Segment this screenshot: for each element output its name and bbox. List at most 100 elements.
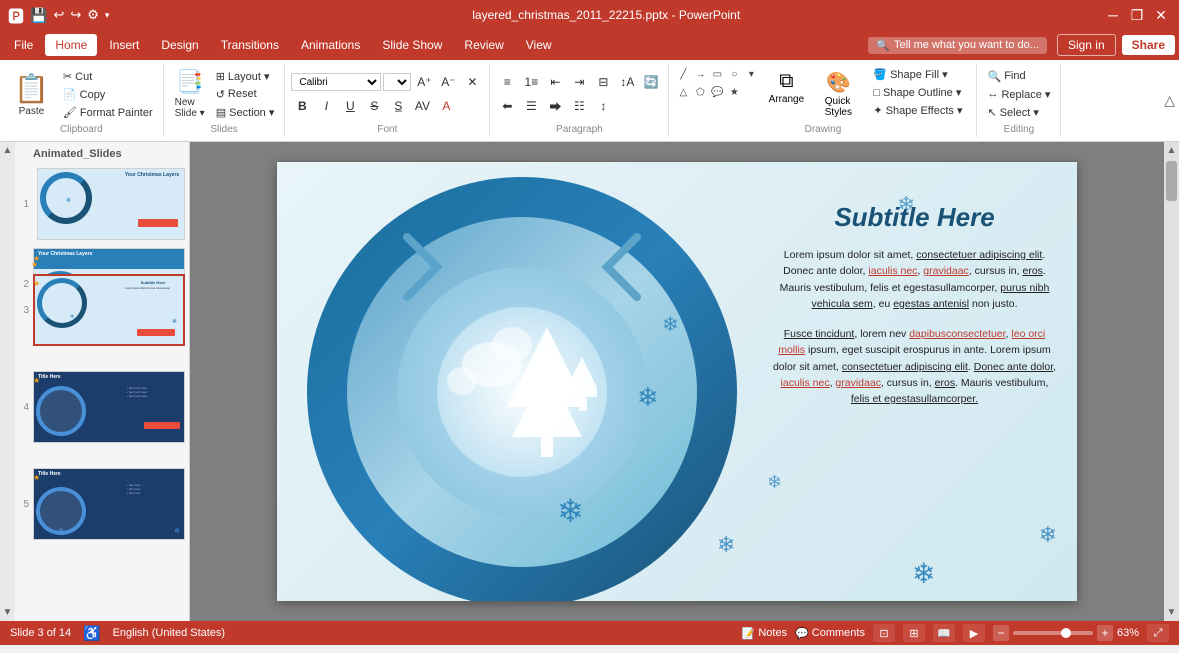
menu-search[interactable]: 🔍 Tell me what you want to do... <box>868 37 1047 54</box>
right-scroll-thumb[interactable] <box>1166 161 1177 201</box>
save-icon[interactable]: 💾 <box>30 7 47 24</box>
italic-button[interactable]: I <box>315 95 337 117</box>
new-slide-button[interactable]: 📑 NewSlide ▾ <box>170 66 210 122</box>
reading-view-button[interactable]: 📖 <box>933 624 955 642</box>
drawing-group: ╱ → ▭ ○ ▾ △ ⬠ 💬 ★ ⧉ Arr <box>669 64 977 137</box>
slides-group: 📑 NewSlide ▾ ⊞ Layout ▾ ↺ Reset ▤ <box>164 64 286 137</box>
restore-button[interactable]: ❐ <box>1127 5 1147 25</box>
paste-button[interactable]: 📋 Paste <box>6 68 57 121</box>
menu-view[interactable]: View <box>516 34 562 56</box>
shape-triangle[interactable]: △ <box>675 84 691 100</box>
shape-star[interactable]: ★ <box>726 84 742 100</box>
bullets-button[interactable]: ≡ <box>496 71 518 93</box>
columns-button[interactable]: ⊟ <box>592 71 614 93</box>
replace-button[interactable]: ↔ Replace ▾ <box>983 86 1054 103</box>
align-left-button[interactable]: ⬅ <box>496 95 518 117</box>
justify-button[interactable]: ☷ <box>568 95 590 117</box>
shape-arrow[interactable]: → <box>692 66 708 82</box>
bold-button[interactable]: B <box>291 95 313 117</box>
shape-fill-button[interactable]: 🪣 Shape Fill ▾ <box>869 66 966 83</box>
scroll-down-arrow[interactable]: ▼ <box>0 604 15 621</box>
increase-font-button[interactable]: A⁺ <box>413 71 435 93</box>
text-shadow-button[interactable]: S̲ <box>387 95 409 117</box>
comments-button[interactable]: 💬 Comments <box>795 627 865 640</box>
font-size-select[interactable]: 11 <box>383 73 411 91</box>
select-button[interactable]: ↖ Select ▾ <box>983 104 1054 121</box>
menu-review[interactable]: Review <box>454 34 513 56</box>
slide-num-1: 1 <box>15 199 29 210</box>
slide-thumbnail-3[interactable]: Subtitle Here Lorem ipsum dolor sit amet… <box>33 274 185 346</box>
normal-view-button[interactable]: ⊡ <box>873 624 895 642</box>
copy-button[interactable]: 📄 Copy <box>59 86 157 103</box>
text-direction-button[interactable]: ↕A <box>616 71 638 93</box>
scroll-up-arrow[interactable]: ▲ <box>0 142 15 159</box>
quick-styles-button[interactable]: 🎨 QuickStyles <box>813 66 863 122</box>
right-scroll-down[interactable]: ▼ <box>1164 604 1179 621</box>
shape-callout[interactable]: 💬 <box>709 84 725 100</box>
shape-outline-button[interactable]: □ Shape Outline ▾ <box>869 84 966 101</box>
reset-button[interactable]: ↺ Reset <box>212 86 279 103</box>
menu-design[interactable]: Design <box>151 34 208 56</box>
convert-button[interactable]: 🔄 <box>640 71 662 93</box>
customize-icon[interactable]: ⚙ <box>87 7 99 23</box>
font-name-select[interactable]: Calibri <box>291 73 381 91</box>
find-icon: 🔍 <box>987 70 1001 83</box>
section-button[interactable]: ▤ Section ▾ <box>212 104 279 121</box>
slideshow-button[interactable]: ▶ <box>963 624 985 642</box>
underline-button[interactable]: U <box>339 95 361 117</box>
font-color-button[interactable]: A <box>435 95 457 117</box>
shape-line[interactable]: ╱ <box>675 66 691 82</box>
find-button[interactable]: 🔍 Find <box>983 68 1054 85</box>
menu-home[interactable]: Home <box>45 34 97 56</box>
zoom-minus-button[interactable]: − <box>993 625 1009 641</box>
zoom-slider[interactable] <box>1013 631 1093 635</box>
char-spacing-button[interactable]: AV <box>411 95 433 117</box>
menu-insert[interactable]: Insert <box>99 34 149 56</box>
layout-button[interactable]: ⊞ Layout ▾ <box>212 68 279 85</box>
menu-file[interactable]: File <box>4 34 43 56</box>
editing-content: 🔍 Find ↔ Replace ▾ ↖ Select ▾ <box>983 66 1054 122</box>
decrease-font-button[interactable]: A⁻ <box>437 71 459 93</box>
decrease-indent-button[interactable]: ⇤ <box>544 71 566 93</box>
canvas-area[interactable]: ❄ ❄ ❄ ❄ ❄ ❄ ❄ ❄ ❄ Subtitle Here Lorem ip… <box>190 142 1164 621</box>
close-button[interactable]: ✕ <box>1151 5 1171 25</box>
paragraph-content: ≡ 1≡ ⇤ ⇥ ⊟ ↕A 🔄 ⬅ ☰ ⮕ ☷ ↕ <box>496 66 662 122</box>
menu-animations[interactable]: Animations <box>291 34 370 56</box>
section-header: Animated_Slides <box>15 142 189 164</box>
strikethrough-button[interactable]: S <box>363 95 385 117</box>
menu-transitions[interactable]: Transitions <box>211 34 289 56</box>
shape-rect[interactable]: ▭ <box>709 66 725 82</box>
line-spacing-button[interactable]: ↕ <box>592 95 614 117</box>
zoom-plus-button[interactable]: + <box>1097 625 1113 641</box>
shape-effects-button[interactable]: ✦ Shape Effects ▾ <box>869 102 966 119</box>
minimize-button[interactable]: ─ <box>1103 5 1123 25</box>
slide-thumbnail-4[interactable]: Title Here • Item text here• Item text h… <box>33 371 185 443</box>
align-center-button[interactable]: ☰ <box>520 95 542 117</box>
notes-button[interactable]: 📝 Notes <box>742 627 787 640</box>
clear-format-button[interactable]: ✕ <box>461 71 483 93</box>
shape-pentagon[interactable]: ⬠ <box>692 84 708 100</box>
slide-thumbnail-5[interactable]: Title Here • Item text• Item text• Item … <box>33 468 185 540</box>
shape-oval[interactable]: ○ <box>726 66 742 82</box>
title-bar-controls: ─ ❐ ✕ <box>1103 5 1171 25</box>
numbering-button[interactable]: 1≡ <box>520 71 542 93</box>
ribbon-collapse[interactable]: △ <box>1160 64 1179 137</box>
fit-window-button[interactable]: ⤢ <box>1147 624 1169 642</box>
undo-icon[interactable]: ↩ <box>53 7 64 23</box>
increase-indent-button[interactable]: ⇥ <box>568 71 590 93</box>
sign-in-button[interactable]: Sign in <box>1057 34 1116 56</box>
right-scroll-up[interactable]: ▲ <box>1164 142 1179 159</box>
shape-more[interactable]: ▾ <box>743 66 759 82</box>
arrange-button[interactable]: ⧉ Arrange <box>761 66 811 109</box>
slide-sorter-button[interactable]: ⊞ <box>903 624 925 642</box>
redo-icon[interactable]: ↪ <box>70 7 81 23</box>
accessibility-icon[interactable]: ♿ <box>83 625 100 642</box>
menu-slideshow[interactable]: Slide Show <box>372 34 452 56</box>
share-button[interactable]: Share <box>1122 35 1175 55</box>
align-right-button[interactable]: ⮕ <box>544 95 566 117</box>
right-scrollbar[interactable]: ▲ ▼ <box>1164 142 1179 621</box>
cut-button[interactable]: ✂ Cut <box>59 68 157 85</box>
slide-panel-scrollbar[interactable]: ▲ ▼ <box>0 142 15 621</box>
format-painter-button[interactable]: 🖌 Format Painter <box>59 104 157 121</box>
slide-thumbnail-1[interactable]: Your Christmas Layers ❄ <box>37 168 185 240</box>
